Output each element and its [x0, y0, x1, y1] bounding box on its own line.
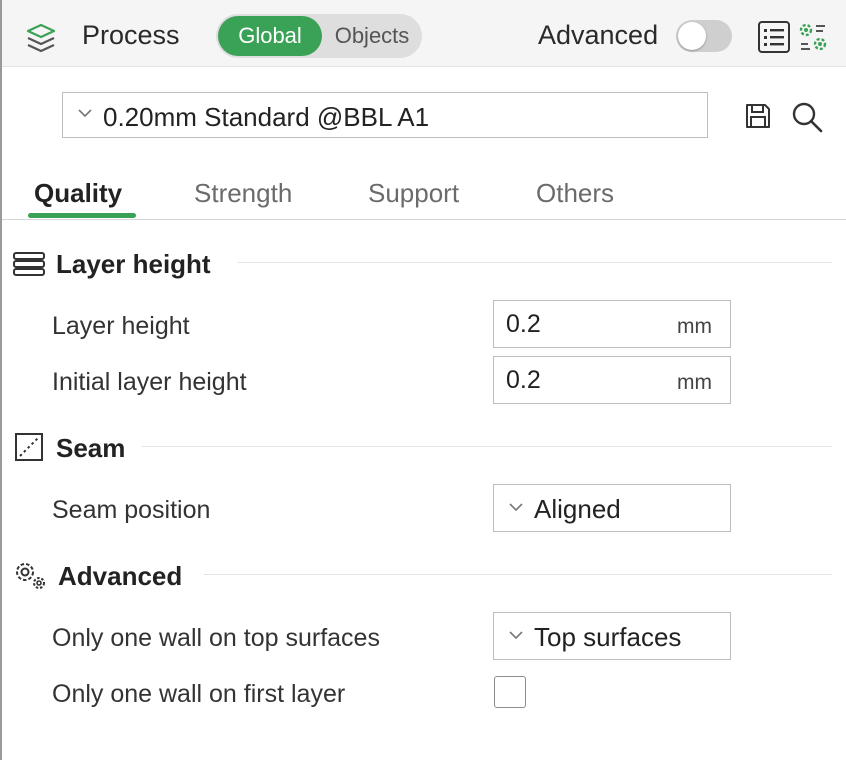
chevron-down-icon [78, 109, 92, 118]
tab-strength[interactable]: Strength [194, 178, 292, 209]
section-divider [204, 574, 832, 575]
section-divider [142, 446, 832, 447]
layer-height-label: Layer height [52, 312, 190, 340]
process-header: Process Global Objects Advanced [2, 0, 846, 67]
list-view-icon[interactable] [756, 19, 792, 55]
section-title-layer-height: Layer height [56, 249, 211, 279]
seam-position-label: Seam position [52, 496, 211, 524]
chevron-down-icon [509, 631, 523, 640]
only-one-wall-top-dropdown[interactable]: Top surfaces [493, 612, 731, 660]
preset-value: 0.20mm Standard @BBL A1 [103, 102, 430, 132]
layer-height-input[interactable]: 0.2 mm [493, 300, 731, 348]
panel-left-border [0, 0, 2, 760]
section-title-advanced: Advanced [58, 561, 183, 591]
objects-option[interactable]: Objects [324, 16, 420, 56]
tab-others[interactable]: Others [536, 178, 614, 209]
search-icon[interactable] [790, 100, 824, 134]
initial-layer-height-unit: mm [677, 371, 712, 394]
section-title-seam: Seam [56, 433, 126, 463]
section-divider [238, 262, 832, 263]
layer-height-value: 0.2 [506, 310, 541, 338]
initial-layer-height-input[interactable]: 0.2 mm [493, 356, 731, 404]
only-one-wall-first-layer-label: Only one wall on first layer [52, 680, 346, 708]
global-objects-switch[interactable]: Global Objects [216, 14, 422, 58]
tab-support[interactable]: Support [368, 178, 459, 209]
initial-layer-height-label: Initial layer height [52, 368, 247, 396]
seam-icon [15, 433, 43, 461]
compare-settings-icon[interactable] [796, 20, 830, 54]
seam-position-dropdown[interactable]: Aligned [493, 484, 731, 532]
advanced-label: Advanced [538, 20, 659, 50]
tabs-divider [2, 219, 846, 220]
chevron-down-icon [509, 503, 523, 512]
preset-dropdown[interactable]: 0.20mm Standard @BBL A1 [62, 92, 708, 138]
only-one-wall-first-layer-checkbox[interactable] [494, 676, 526, 708]
active-tab-indicator [28, 213, 136, 218]
global-option[interactable]: Global [218, 16, 322, 56]
layers-icon [26, 23, 56, 53]
save-icon[interactable] [744, 102, 772, 130]
tab-quality[interactable]: Quality [34, 178, 122, 209]
only-one-wall-top-label: Only one wall on top surfaces [52, 624, 380, 652]
only-one-wall-top-value: Top surfaces [534, 622, 682, 652]
seam-position-value: Aligned [534, 494, 621, 524]
advanced-toggle[interactable] [676, 20, 732, 52]
layer-height-icon [13, 252, 45, 276]
toggle-knob [678, 22, 706, 50]
initial-layer-height-value: 0.2 [506, 366, 541, 394]
process-title: Process [82, 20, 180, 50]
layer-height-unit: mm [677, 315, 712, 338]
advanced-gears-icon [16, 563, 45, 589]
